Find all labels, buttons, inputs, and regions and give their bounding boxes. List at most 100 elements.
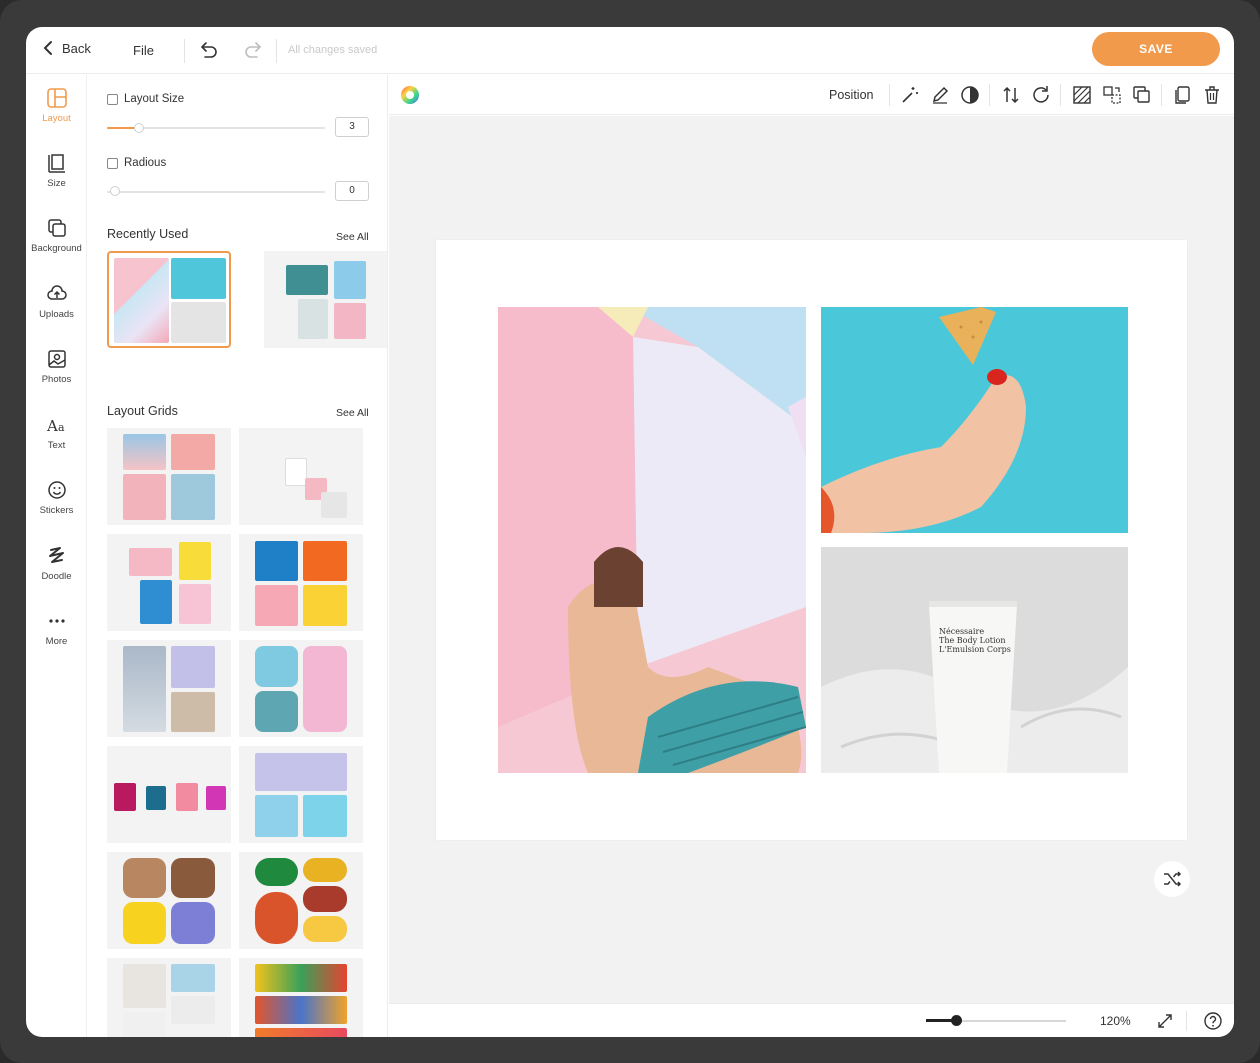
thumb-tile [298,299,328,339]
radius-input[interactable]: 0 [335,181,369,201]
rail-label: Doodle [41,571,72,582]
layout-grid-7[interactable] [107,746,231,843]
layout-grid-10[interactable] [239,852,363,949]
radius-slider[interactable] [107,191,325,193]
layout-size-slider-thumb[interactable] [134,123,144,133]
radius-icon [107,157,118,169]
rail-item-text[interactable]: Aa Text [26,414,87,470]
layout-grid-5[interactable] [107,640,231,737]
recently-used-see-all[interactable]: See All [336,231,369,243]
divider [276,39,277,63]
pen-button[interactable] [929,84,951,106]
fullscreen-icon[interactable] [1156,1012,1174,1030]
filter-button[interactable] [959,84,981,106]
svg-text:a: a [58,421,65,434]
rail-label: Background [31,243,82,254]
radius-text: Radious [124,157,167,169]
zoom-level: 120% [1100,1014,1131,1028]
flip-vertical-icon [1003,86,1019,104]
shuffle-button[interactable] [1154,861,1190,897]
divider [1161,84,1162,106]
recent-layout-1[interactable] [107,251,231,348]
divider [1186,1011,1187,1031]
collage-photo-hand[interactable] [821,307,1128,533]
color-picker-button[interactable] [399,84,421,106]
undo-button[interactable] [197,39,219,66]
rail-item-stickers[interactable]: Stickers [26,479,87,535]
layout-grid-4[interactable] [239,534,363,631]
layers-button[interactable] [1131,84,1153,106]
save-button[interactable]: SAVE [1092,32,1220,66]
layout-size-input[interactable]: 3 [335,117,369,137]
thumb-tile [123,902,166,944]
layout-grid-1[interactable] [107,428,231,525]
trash-icon [1205,86,1219,104]
delete-button[interactable] [1201,84,1223,106]
back-button[interactable]: Back [42,40,91,56]
layout-grid-11[interactable] [107,958,231,1037]
text-icon: Aa [46,417,65,435]
duplicate-icon [1175,86,1190,104]
help-icon[interactable] [1203,1011,1223,1031]
top-bar: Back File All changes saved SAVE [26,27,1234,74]
redo-button[interactable] [243,39,265,66]
layout-grid-2[interactable] [239,428,363,525]
layout-size-slider-fill [107,127,136,129]
rail-item-size[interactable]: Size [26,152,87,208]
pattern-button[interactable] [1071,84,1093,106]
rail-item-more[interactable]: More [26,610,87,666]
layout-grid-3[interactable] [107,534,231,631]
duplicate-button[interactable] [1171,84,1193,106]
rail-label: More [45,636,68,647]
swap-button[interactable] [1101,84,1123,106]
layout-panel: Layout Size 3 Radious 0 Recently Used Se… [88,75,388,1037]
rail-item-doodle[interactable]: Doodle [26,545,87,601]
shuffle-icon [1164,871,1182,887]
editor-app: Back File All changes saved SAVE Layout … [26,27,1234,1037]
magic-wand-button[interactable] [899,84,921,106]
layout-grids-see-all[interactable]: See All [336,407,369,419]
flip-button[interactable] [1000,84,1022,106]
thumb-tile [114,258,169,343]
position-button[interactable]: Position [829,88,873,102]
thumb-tile [334,303,366,339]
thumb-tile [303,541,347,581]
photo-icon [47,350,66,368]
divider [1060,84,1061,106]
canvas-toolbar: Position [389,75,1234,115]
rotate-button[interactable] [1030,84,1052,106]
rail-label: Text [47,440,66,451]
thumb-tile [255,996,347,1024]
rail-label: Size [47,178,66,189]
rail-item-uploads[interactable]: Uploads [26,283,87,339]
thumb-tile [334,261,366,299]
rail-item-photos[interactable]: Photos [26,348,87,404]
divider [889,84,890,106]
collage-page[interactable]: Nécessaire The Body Lotion L'Emulsion Co… [436,240,1187,840]
thumb-tile [123,964,166,1008]
thumb-tile [171,692,215,732]
zoom-slider-thumb[interactable] [951,1015,962,1026]
rail-item-layout[interactable]: Layout [26,87,87,143]
layout-grid-8[interactable] [239,746,363,843]
recent-layout-2[interactable] [264,251,387,348]
layout-grid-9[interactable] [107,852,231,949]
chevron-left-icon [43,41,52,55]
recently-used-title: Recently Used [107,227,189,241]
thumb-tile [171,302,226,343]
layout-grid-12[interactable] [239,958,363,1037]
thumb-tile [303,795,347,837]
rail-item-background[interactable]: Background [26,217,87,273]
thumb-tile [176,783,198,811]
radius-slider-thumb[interactable] [110,186,120,196]
collage-photo-lotion[interactable]: Nécessaire The Body Lotion L'Emulsion Co… [821,547,1128,773]
thumb-tile [255,753,347,791]
thumb-tile [171,646,215,688]
thumb-tile [114,783,136,811]
rail-label: Stickers [39,505,74,516]
upload-cloud-icon [46,285,67,300]
layout-grid-6[interactable] [239,640,363,737]
background-icon [47,219,66,237]
collage-photo-woman[interactable] [498,307,806,773]
file-menu-button[interactable]: File [133,43,154,58]
